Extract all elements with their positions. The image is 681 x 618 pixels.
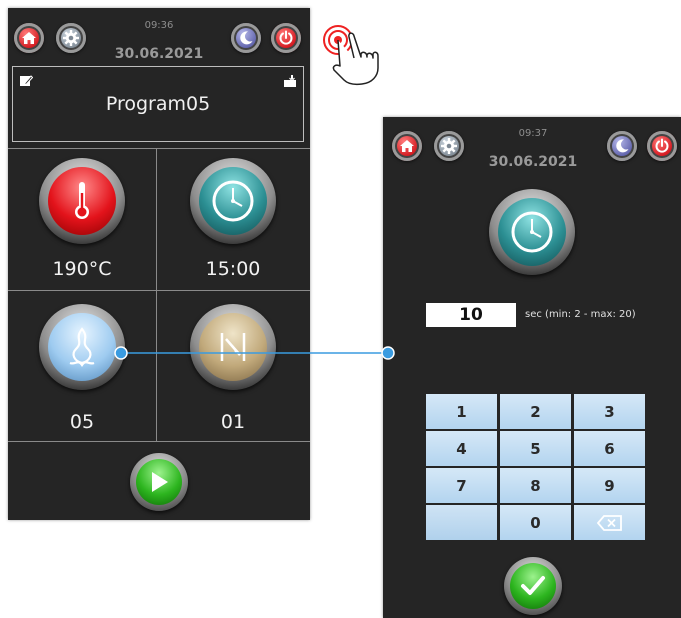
power-button[interactable] — [647, 131, 677, 161]
value-range-label: sec (min: 2 - max: 20) — [525, 309, 636, 320]
gear-icon — [63, 30, 79, 46]
vent-icon — [220, 333, 246, 361]
checkmark-icon — [521, 576, 545, 595]
grid-divider — [8, 290, 310, 291]
key-8[interactable]: 8 — [500, 468, 571, 503]
grid-divider — [8, 441, 310, 442]
thermometer-icon — [75, 182, 89, 219]
time-button[interactable] — [190, 158, 276, 244]
value-input[interactable]: 10 — [426, 303, 516, 327]
key-1[interactable]: 1 — [426, 394, 497, 429]
save-icon[interactable] — [283, 73, 297, 92]
edit-icon[interactable] — [19, 73, 34, 92]
vent-button[interactable] — [190, 304, 276, 390]
power-icon — [655, 138, 669, 153]
clock-icon — [511, 211, 553, 253]
steam-button[interactable] — [39, 304, 125, 390]
numeric-keypad: 1 2 3 4 5 6 7 8 9 0 — [426, 394, 645, 542]
steam-value: 05 — [69, 411, 95, 433]
home-button[interactable] — [14, 23, 44, 53]
backspace-key[interactable] — [574, 505, 645, 540]
power-icon — [279, 30, 293, 45]
home-button[interactable] — [392, 131, 422, 161]
key-3[interactable]: 3 — [574, 394, 645, 429]
clock-time: 09:37 — [518, 128, 548, 139]
start-button[interactable] — [130, 453, 188, 511]
date-display: 30.06.2021 — [114, 46, 204, 62]
night-mode-button[interactable] — [231, 23, 261, 53]
confirm-button[interactable] — [504, 557, 562, 615]
vent-value: 01 — [220, 411, 246, 433]
time-parameter-icon — [489, 189, 575, 275]
key-blank — [426, 505, 497, 540]
hand-tap-icon — [318, 22, 390, 92]
settings-button[interactable] — [56, 23, 86, 53]
grid-divider — [156, 148, 157, 441]
program-name-box[interactable]: Program05 — [12, 66, 304, 142]
program-overview-screen: 09:36 30.06.2021 Program05 190°C 15:00 0… — [8, 8, 310, 520]
grid-divider — [8, 148, 310, 149]
clock-icon — [212, 180, 254, 222]
key-2[interactable]: 2 — [500, 394, 571, 429]
play-icon — [152, 472, 168, 492]
date-display: 30.06.2021 — [488, 154, 578, 170]
program-name: Program05 — [105, 93, 211, 115]
moon-icon — [616, 139, 629, 153]
night-mode-button[interactable] — [607, 131, 637, 161]
home-icon — [400, 140, 414, 152]
moon-icon — [240, 31, 253, 45]
key-9[interactable]: 9 — [574, 468, 645, 503]
key-6[interactable]: 6 — [574, 431, 645, 466]
key-5[interactable]: 5 — [500, 431, 571, 466]
power-button[interactable] — [271, 23, 301, 53]
time-value: 15:00 — [205, 258, 261, 280]
settings-button[interactable] — [434, 131, 464, 161]
home-icon — [22, 32, 36, 44]
gear-icon — [441, 138, 457, 154]
time-entry-screen: 09:37 30.06.2021 10 sec (min: 2 - max: 2… — [383, 117, 681, 618]
backspace-icon — [596, 514, 622, 531]
steam-icon — [69, 327, 95, 367]
key-7[interactable]: 7 — [426, 468, 497, 503]
key-4[interactable]: 4 — [426, 431, 497, 466]
key-0[interactable]: 0 — [500, 505, 571, 540]
temperature-value: 190°C — [52, 258, 112, 280]
clock-time: 09:36 — [144, 20, 174, 31]
temperature-button[interactable] — [39, 158, 125, 244]
